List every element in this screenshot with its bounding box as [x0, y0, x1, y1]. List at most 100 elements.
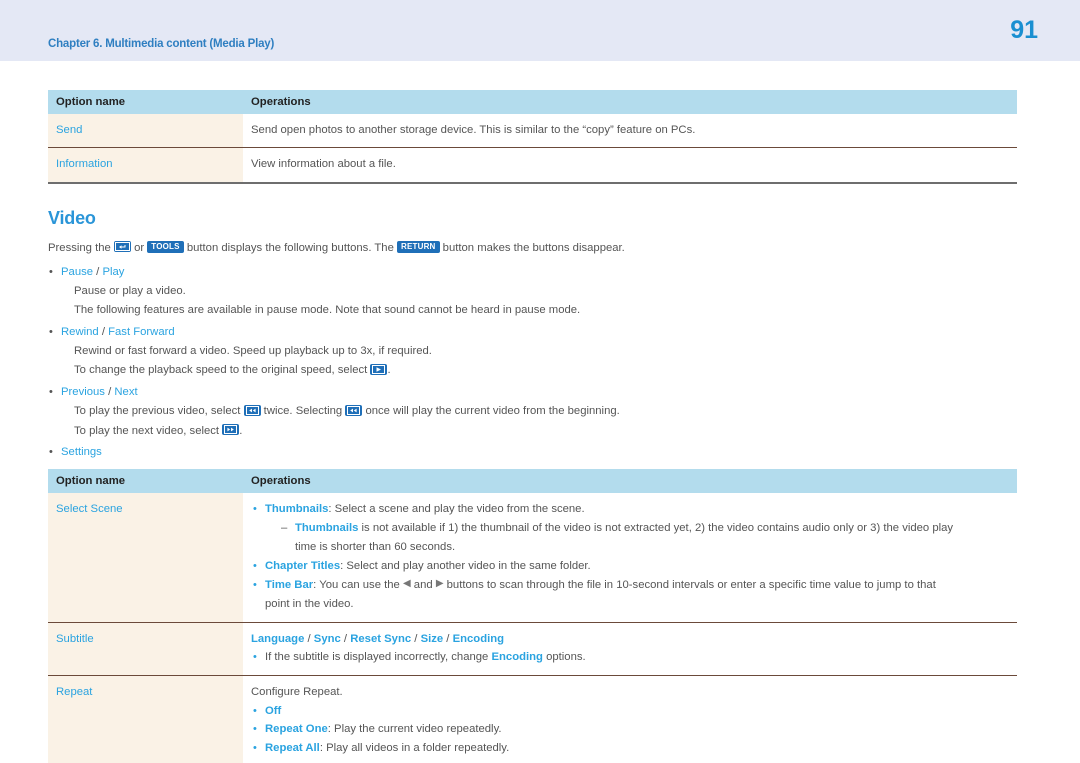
thumbnails-text: : Select a scene and play the video from…: [328, 503, 585, 516]
thumbnails-note-continuation: time is shorter than 60 seconds.: [295, 541, 456, 554]
previous-text-middle: twice. Selecting: [260, 405, 346, 418]
subtitle-note-after: options.: [542, 651, 586, 664]
previous-text-before: To play the previous video, select: [74, 405, 244, 418]
intro-text-1: Pressing the: [48, 241, 114, 254]
page-number: 91: [1010, 16, 1038, 44]
option-name-select-scene[interactable]: Select Scene: [48, 493, 243, 623]
option-name-information[interactable]: Information: [48, 147, 243, 184]
table-row: Subtitle Language / Sync / Reset Sync / …: [48, 622, 1017, 677]
option-name-send[interactable]: Send: [48, 114, 243, 149]
keyword-chapter-titles[interactable]: Chapter Titles: [265, 560, 340, 572]
option-name-subtitle[interactable]: Subtitle: [48, 622, 243, 677]
right-triangle-icon: ▶: [435, 577, 444, 589]
pause-play-line-2: The following features are available in …: [74, 304, 581, 317]
return-key-button: RETURN: [397, 240, 440, 253]
repeat-intro: Configure Repeat.: [251, 686, 343, 699]
label-pause[interactable]: Pause: [61, 266, 93, 278]
label-play[interactable]: Play: [102, 266, 124, 278]
previous-line: To play the previous video, select twice…: [61, 402, 1033, 421]
rewind-line2-after: .: [387, 364, 391, 377]
list-item-settings: Settings: [48, 443, 1033, 462]
enter-select-icon: [113, 241, 131, 253]
keyword-encoding[interactable]: Encoding: [491, 651, 542, 663]
next-icon: [222, 424, 240, 436]
subtitle-note-before: If the subtitle is displayed incorrectly…: [265, 651, 492, 664]
column-header-option-name: Option name: [48, 90, 243, 114]
page-title-video: Video: [48, 207, 96, 228]
list-item-chapter-titles: Chapter Titles: Select and play another …: [251, 557, 1009, 576]
list-item-subtitle-note: If the subtitle is displayed incorrectly…: [251, 648, 1009, 667]
option-size[interactable]: Size: [421, 633, 444, 645]
previous-icon: [345, 404, 363, 416]
video-feature-list: Pause / Play Pause or play a video. The …: [48, 263, 1033, 462]
time-bar-text-mid: and: [410, 579, 436, 592]
option-encoding[interactable]: Encoding: [453, 633, 504, 645]
list-item-rewind-fastforward: Rewind / Fast Forward Rewind or fast for…: [48, 323, 1033, 381]
pause-play-line-1: Pause or play a video.: [74, 285, 186, 297]
keyword-thumbnails[interactable]: Thumbnails: [265, 503, 328, 515]
option-name-repeat[interactable]: Repeat: [48, 675, 243, 763]
label-fast-forward[interactable]: Fast Forward: [108, 326, 175, 338]
list-item-repeat-off: Off: [251, 702, 1009, 721]
time-bar-text-before: : You can use the: [313, 579, 403, 592]
rewind-line-2: To change the playback speed to the orig…: [61, 361, 1033, 380]
column-header-operations: Operations: [243, 469, 1017, 494]
select-scene-list: Thumbnails: Select a scene and play the …: [251, 500, 1009, 614]
intro-text-4: button makes the buttons disappear.: [439, 241, 625, 254]
breadcrumb-chapter: Chapter 6. Multimedia content (Media Pla…: [48, 38, 275, 50]
table-row: Select Scene Thumbnails: Select a scene …: [48, 493, 1017, 623]
video-intro-paragraph: Pressing the or TOOLS button displays th…: [48, 239, 1033, 258]
keyword-thumbnails[interactable]: Thumbnails: [295, 522, 358, 534]
keyword-repeat-one[interactable]: Repeat One: [265, 723, 328, 735]
rewind-line-1: Rewind or fast forward a video. Speed up…: [74, 345, 432, 358]
repeat-options-list: Off Repeat One: Play the current video r…: [251, 702, 1009, 759]
table-header-row: Option name Operations: [48, 469, 1017, 494]
label-next[interactable]: Next: [114, 386, 137, 398]
operation-subtitle: Language / Sync / Reset Sync / Size / En…: [243, 622, 1017, 677]
label-settings[interactable]: Settings: [61, 446, 102, 458]
left-triangle-icon: ◀: [402, 577, 411, 589]
header-band: [0, 0, 1080, 61]
label-rewind[interactable]: Rewind: [61, 326, 99, 338]
operation-select-scene: Thumbnails: Select a scene and play the …: [243, 493, 1017, 623]
keyword-off[interactable]: Off: [265, 705, 281, 717]
play-icon: [370, 363, 388, 375]
chapter-titles-text: : Select and play another video in the s…: [340, 560, 591, 573]
list-item-pause-play: Pause / Play Pause or play a video. The …: [48, 263, 1033, 321]
page-content: Option name Operations Send Send open ph…: [48, 90, 1033, 763]
subtitle-options-line: Language / Sync / Reset Sync / Size / En…: [251, 632, 505, 645]
column-header-operations: Operations: [243, 90, 1017, 114]
table-row: Send Send open photos to another storage…: [48, 114, 1017, 149]
previous-icon: [243, 404, 261, 416]
list-item-repeat-all: Repeat All: Play all videos in a folder …: [251, 739, 1009, 758]
manual-page: Chapter 6. Multimedia content (Media Pla…: [0, 0, 1080, 763]
intro-text-3: button displays the following buttons. T…: [183, 241, 397, 254]
operation-send: Send open photos to another storage devi…: [243, 114, 1017, 149]
list-item-time-bar: Time Bar: You can use the ◀ and ▶ button…: [251, 576, 1009, 614]
repeat-all-text: : Play all videos in a folder repeatedly…: [319, 742, 510, 755]
separator: /: [98, 325, 109, 338]
next-text-before: To play the next video, select: [74, 424, 223, 437]
label-previous[interactable]: Previous: [61, 386, 105, 398]
column-header-option-name: Option name: [48, 469, 243, 494]
keyword-repeat-all[interactable]: Repeat All: [265, 742, 320, 754]
option-sync[interactable]: Sync: [314, 633, 341, 645]
operation-repeat: Configure Repeat. Off Repeat One: Play t…: [243, 675, 1017, 763]
option-language[interactable]: Language: [251, 633, 304, 645]
next-text-after: .: [239, 424, 243, 437]
thumbnails-note-text: is not available if 1) the thumbnail of …: [358, 522, 954, 535]
table-header-row: Option name Operations: [48, 90, 1017, 114]
list-item-thumbnails: Thumbnails: Select a scene and play the …: [251, 500, 1009, 557]
list-item-repeat-one: Repeat One: Play the current video repea…: [251, 720, 1009, 739]
previous-text-after: once will play the current video from th…: [362, 405, 620, 418]
time-bar-continuation: point in the video.: [265, 597, 354, 610]
options-table-settings: Option name Operations Select Scene Thum…: [48, 469, 1017, 763]
intro-text-2: or: [130, 241, 148, 254]
option-reset-sync[interactable]: Reset Sync: [350, 633, 411, 645]
list-item-thumbnails-note: Thumbnails is not available if 1) the th…: [281, 519, 1009, 557]
keyword-time-bar[interactable]: Time Bar: [265, 579, 313, 591]
repeat-one-text: : Play the current video repeatedly.: [327, 723, 502, 736]
next-line: To play the next video, select .: [61, 422, 1033, 441]
tools-key-button: TOOLS: [147, 240, 184, 253]
options-table-top: Option name Operations Send Send open ph…: [48, 90, 1017, 184]
